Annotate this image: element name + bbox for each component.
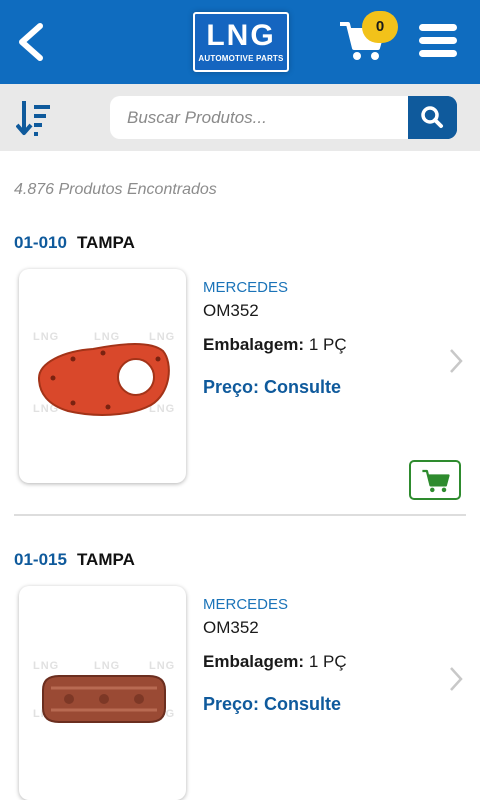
packaging-value: 1 PÇ bbox=[308, 652, 347, 671]
packaging-value: 1 PÇ bbox=[308, 335, 347, 354]
part-cover-image bbox=[42, 675, 166, 723]
logo-main-text: LNG bbox=[206, 19, 276, 52]
packaging-label: Embalagem: bbox=[203, 652, 305, 671]
chevron-right-icon[interactable] bbox=[448, 666, 464, 692]
product-image[interactable]: LNG LNG LNG LNG LNG bbox=[19, 269, 186, 483]
product-model: OM352 bbox=[203, 301, 259, 320]
product-title[interactable]: 01-010 TAMPA bbox=[14, 233, 135, 253]
brand-logo[interactable]: LNG AUTOMOTIVE PARTS bbox=[193, 12, 289, 72]
product-packaging: Embalagem: 1 PÇ bbox=[203, 335, 347, 355]
menu-icon[interactable] bbox=[419, 24, 457, 60]
product-model: OM352 bbox=[203, 618, 259, 637]
part-cover-image bbox=[37, 343, 170, 416]
back-arrow-icon[interactable] bbox=[14, 22, 48, 62]
product-title[interactable]: 01-015 TAMPA bbox=[14, 550, 135, 570]
search-input[interactable] bbox=[110, 96, 410, 139]
search-button[interactable] bbox=[408, 96, 457, 139]
product-packaging: Embalagem: 1 PÇ bbox=[203, 652, 347, 672]
product-price: Preço: Consulte bbox=[203, 694, 342, 714]
add-to-cart-button[interactable] bbox=[409, 460, 461, 500]
cart-count-badge: 0 bbox=[362, 11, 398, 43]
product-brand: MERCEDES bbox=[203, 596, 289, 613]
product-price: Preço: Consulte bbox=[203, 377, 342, 397]
sort-icon[interactable] bbox=[16, 99, 52, 137]
logo-sub-text: AUTOMOTIVE PARTS bbox=[198, 54, 284, 63]
product-image[interactable]: LNG LNG LNG LNG LNG bbox=[19, 586, 186, 800]
product-brand: MERCEDES bbox=[203, 279, 289, 296]
chevron-right-icon[interactable] bbox=[448, 348, 464, 374]
product-name: TAMPA bbox=[76, 550, 135, 569]
product-code: 01-015 bbox=[14, 550, 67, 569]
product-divider bbox=[14, 514, 466, 516]
product-code: 01-010 bbox=[14, 233, 67, 252]
packaging-label: Embalagem: bbox=[203, 335, 305, 354]
product-name: TAMPA bbox=[76, 233, 135, 252]
results-count: 4.876 Produtos Encontrados bbox=[14, 181, 217, 198]
